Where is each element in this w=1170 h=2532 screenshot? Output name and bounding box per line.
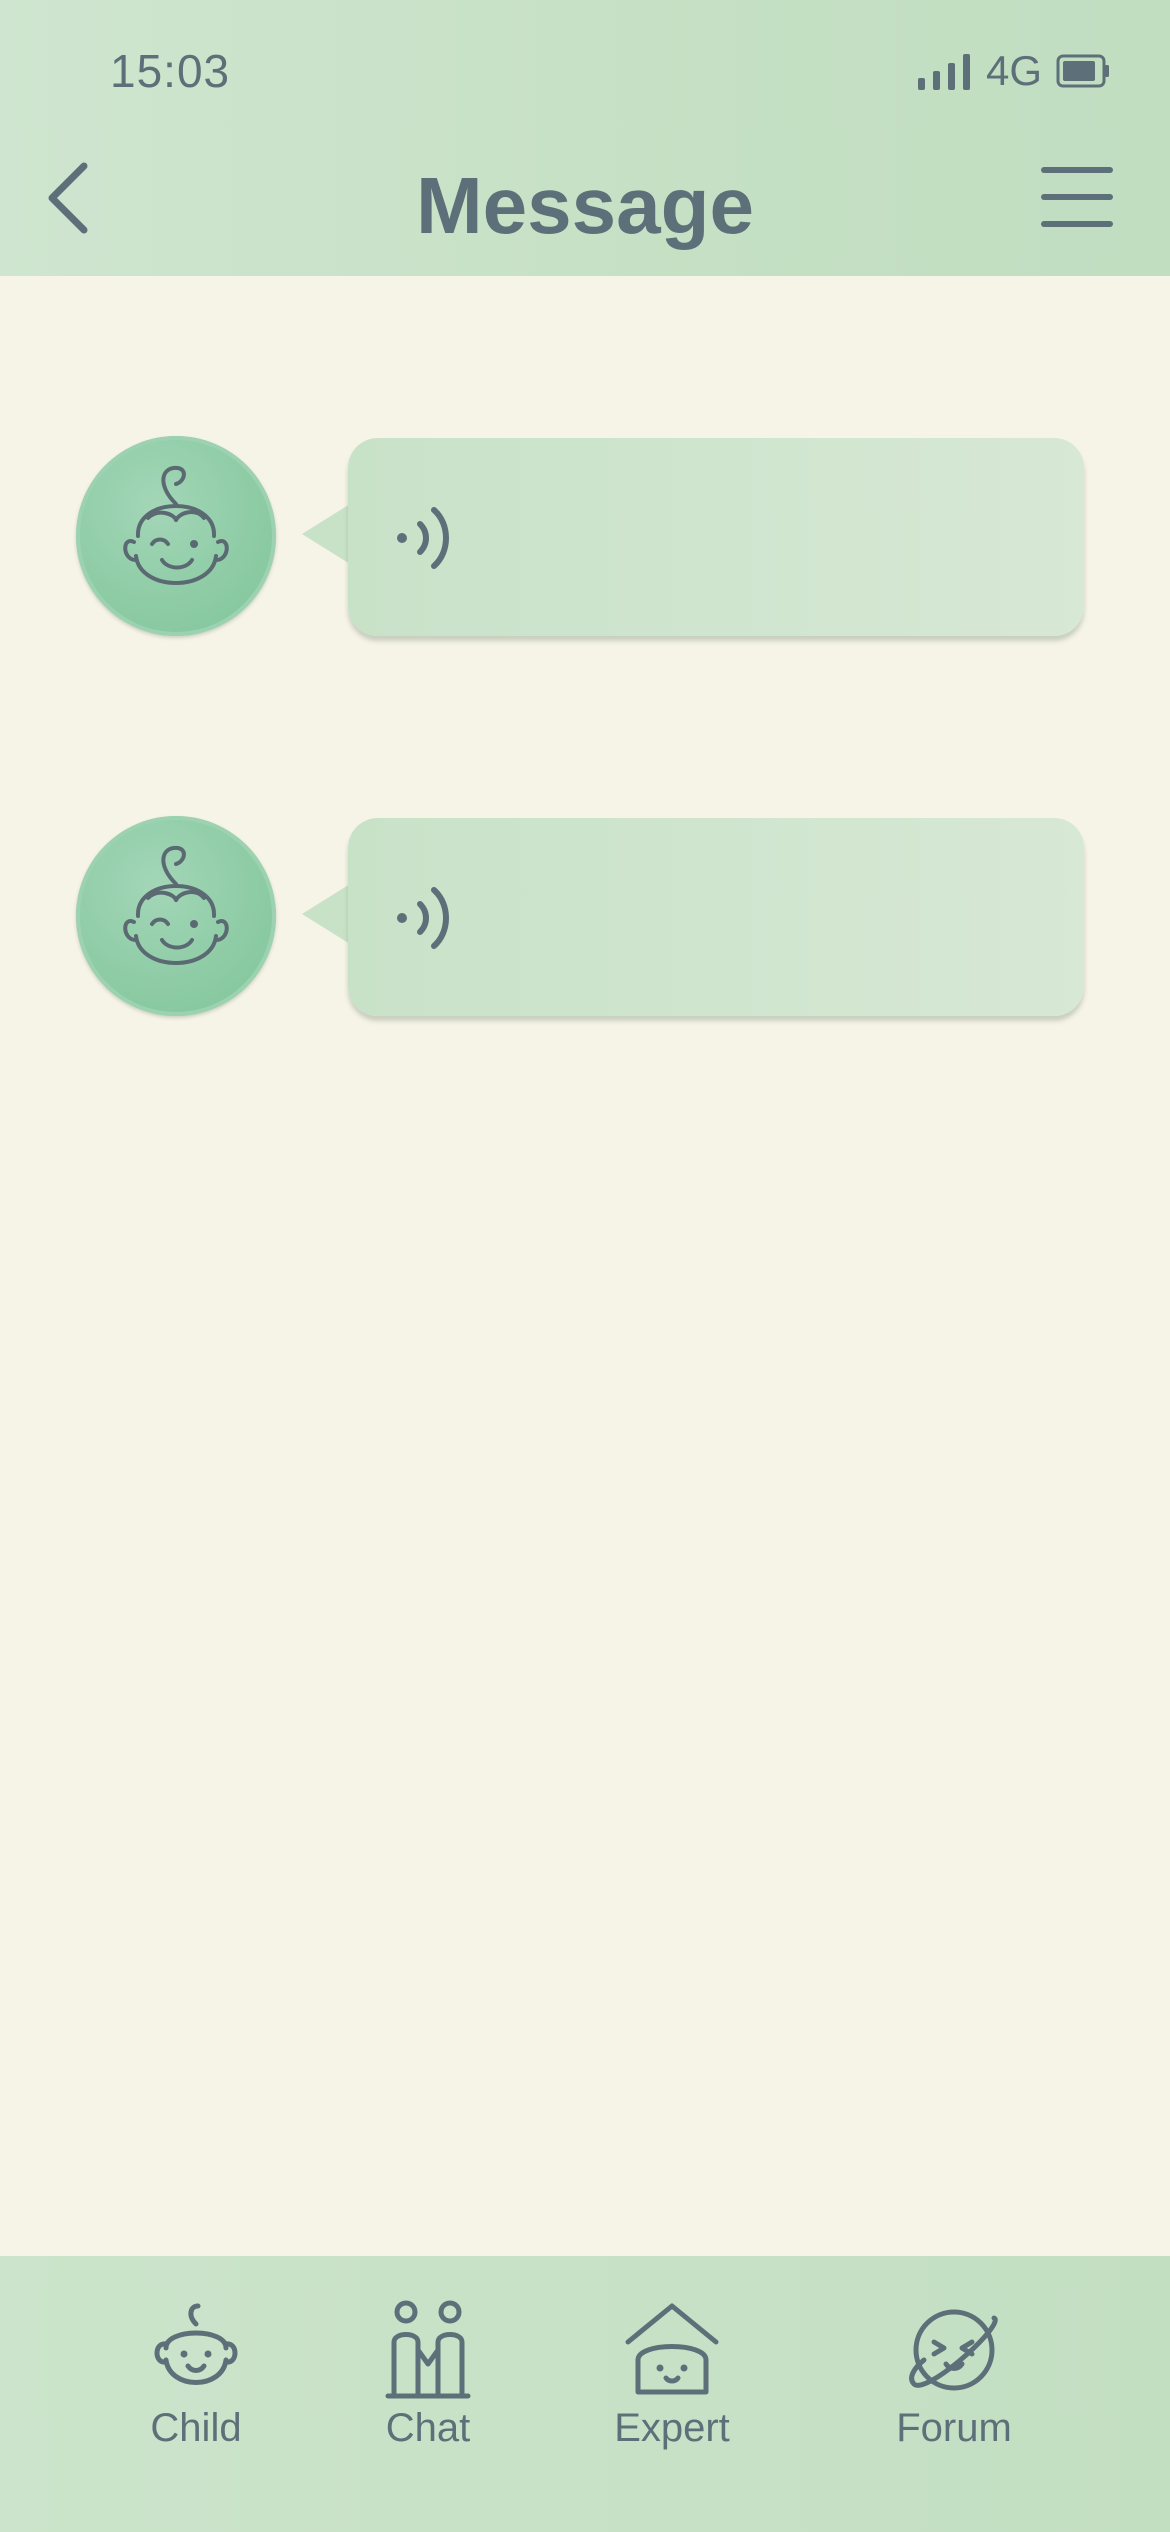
planet-face-icon — [909, 2309, 998, 2391]
baby-face-icon — [123, 465, 229, 585]
nav-item-chat[interactable]: Chat — [328, 2298, 528, 2498]
voice-message-bubble[interactable] — [348, 818, 1084, 1016]
baby-face-avatar[interactable] — [76, 436, 276, 636]
bubble-tail — [302, 884, 350, 944]
hamburger-menu-icon — [1041, 167, 1113, 227]
nav-item-forum[interactable]: Forum — [854, 2298, 1054, 2498]
baby-face-icon — [123, 845, 229, 965]
menu-button[interactable] — [1040, 164, 1114, 230]
status-time: 15:03 — [110, 45, 231, 97]
bottom-nav: Child Chat Expert Forum — [0, 2256, 1170, 2532]
baby-face-avatar[interactable] — [76, 816, 276, 1016]
nav-label-forum: Forum — [896, 2406, 1012, 2450]
message-item — [0, 436, 1170, 646]
voice-wave-icon — [397, 507, 449, 569]
top-header: 15:03 4G Message — [0, 0, 1170, 276]
message-item — [0, 816, 1170, 1026]
page-title: Message — [416, 161, 754, 250]
voice-wave-icon — [397, 887, 449, 949]
battery-icon — [1056, 54, 1109, 88]
baby-face-icon — [154, 2303, 238, 2385]
signal-bars-icon — [918, 54, 970, 90]
nav-item-child[interactable]: Child — [96, 2298, 296, 2498]
status-bar: 15:03 4G — [0, 0, 1170, 140]
nav-label-expert: Expert — [614, 2406, 730, 2450]
nav-label-chat: Chat — [385, 2406, 471, 2450]
voice-message-bubble[interactable] — [348, 438, 1084, 636]
nav-label-child: Child — [150, 2406, 242, 2450]
network-label: 4G — [986, 47, 1043, 94]
bubble-tail — [302, 504, 350, 564]
two-people-icon — [385, 2300, 471, 2399]
nav-item-expert[interactable]: Expert — [572, 2298, 772, 2498]
house-face-icon — [625, 2303, 719, 2395]
